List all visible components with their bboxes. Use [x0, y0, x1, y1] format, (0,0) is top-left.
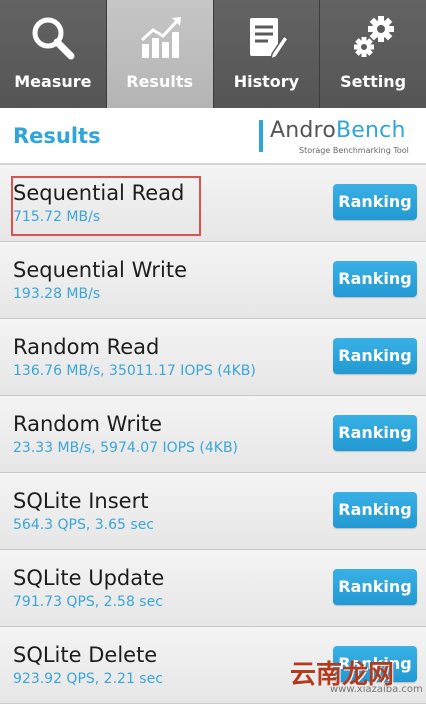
- logo-name-b: Bench: [335, 118, 406, 143]
- results-header: Results AndroBench Storage Benchmarking …: [0, 108, 426, 165]
- result-row-random-write: Random Write 23.33 MB/s, 5974.07 IOPS (4…: [0, 396, 426, 473]
- result-name: Random Read: [13, 335, 160, 359]
- result-value: 791.73 QPS, 2.58 sec: [13, 594, 163, 610]
- page-title: Results: [13, 124, 101, 148]
- ranking-button[interactable]: Ranking: [333, 646, 417, 682]
- history-icon: [250, 18, 290, 61]
- ranking-button[interactable]: Ranking: [333, 261, 417, 297]
- search-icon: [32, 17, 75, 60]
- logo-bar: [259, 120, 263, 152]
- result-value: 564.3 QPS, 3.65 sec: [13, 517, 155, 533]
- result-value: 23.33 MB/s, 5974.07 IOPS (4KB): [13, 440, 239, 456]
- result-name: SQLite Insert: [13, 489, 149, 513]
- highlight-box: [11, 176, 201, 236]
- androbench-logo: AndroBench Storage Benchmarking Tool: [259, 118, 419, 158]
- ranking-button[interactable]: Ranking: [333, 338, 417, 374]
- tab-history-label: History: [233, 72, 300, 91]
- tab-measure-label: Measure: [14, 72, 92, 91]
- tab-setting-label: Setting: [340, 72, 407, 91]
- result-name: SQLite Delete: [13, 643, 158, 667]
- results-list: Sequential Read 715.72 MB/s Ranking Sequ…: [0, 165, 426, 704]
- result-name: Sequential Write: [13, 258, 188, 282]
- result-name: Random Write: [13, 412, 163, 436]
- top-tab-bar: Measure Results History Setting: [0, 0, 426, 108]
- result-value: 923.92 QPS, 2.21 sec: [13, 671, 163, 687]
- result-row-sqlite-delete: SQLite Delete 923.92 QPS, 2.21 sec Ranki…: [0, 627, 426, 704]
- result-row-random-read: Random Read 136.76 MB/s, 35011.17 IOPS (…: [0, 319, 426, 396]
- logo-tagline: Storage Benchmarking Tool: [299, 146, 409, 155]
- result-row-sequential-write: Sequential Write 193.28 MB/s Ranking: [0, 242, 426, 319]
- tab-measure[interactable]: Measure: [0, 0, 107, 108]
- logo-name-a: Andro: [270, 118, 336, 143]
- tab-results[interactable]: Results: [106, 0, 214, 108]
- result-value: 193.28 MB/s: [13, 286, 101, 302]
- ranking-button[interactable]: Ranking: [333, 184, 417, 220]
- logo-name: AndroBench: [270, 118, 406, 143]
- ranking-button[interactable]: Ranking: [333, 415, 417, 451]
- tab-setting[interactable]: Setting: [320, 0, 426, 108]
- ranking-button[interactable]: Ranking: [333, 569, 417, 605]
- ranking-button[interactable]: Ranking: [333, 492, 417, 528]
- chart-icon: [140, 17, 181, 58]
- tab-results-label: Results: [126, 72, 193, 91]
- result-row-sqlite-update: SQLite Update 791.73 QPS, 2.58 sec Ranki…: [0, 550, 426, 627]
- result-name: SQLite Update: [13, 566, 165, 590]
- result-row-sqlite-insert: SQLite Insert 564.3 QPS, 3.65 sec Rankin…: [0, 473, 426, 550]
- result-value: 136.76 MB/s, 35011.17 IOPS (4KB): [13, 363, 256, 379]
- tab-history[interactable]: History: [213, 0, 321, 108]
- gear-icon: [354, 16, 395, 57]
